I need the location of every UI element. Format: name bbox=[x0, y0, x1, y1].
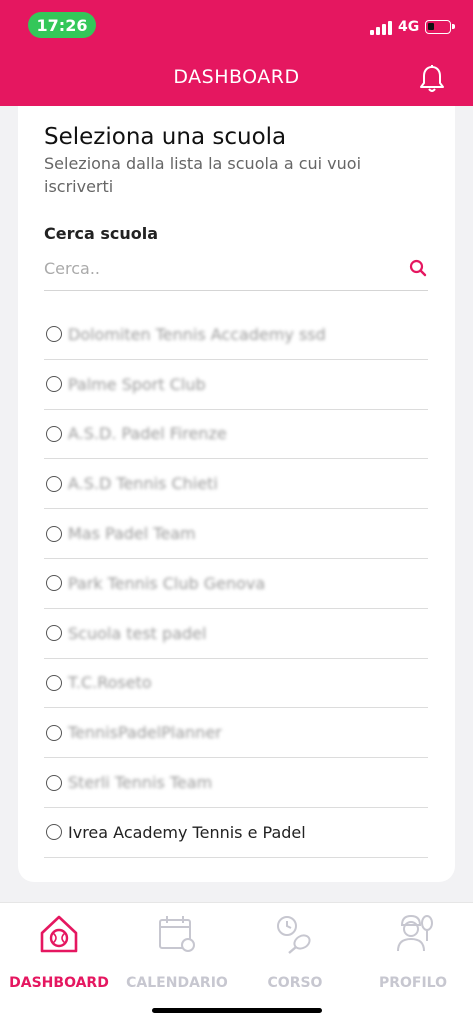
school-label: Palme Sport Club bbox=[68, 374, 206, 394]
school-option[interactable]: Scuola test padel bbox=[44, 609, 428, 659]
tab-label: CORSO bbox=[267, 975, 323, 991]
school-option[interactable]: T.C.Roseto bbox=[44, 659, 428, 709]
tab-label: PROFILO bbox=[378, 975, 448, 991]
radio-icon[interactable] bbox=[46, 674, 62, 691]
radio-icon[interactable] bbox=[46, 475, 62, 492]
school-label: TennisPadelPlanner bbox=[68, 723, 222, 743]
radio-icon[interactable] bbox=[46, 326, 62, 343]
tab-calendario[interactable]: CALENDARIO bbox=[118, 911, 236, 1001]
school-label: Ivrea Academy Tennis e Padel bbox=[68, 822, 306, 842]
course-icon bbox=[277, 916, 311, 954]
search-label: Cerca scuola bbox=[44, 224, 159, 243]
radio-icon[interactable] bbox=[46, 425, 62, 442]
signal-icon bbox=[370, 21, 394, 35]
battery-icon bbox=[425, 20, 455, 34]
calendar-icon bbox=[159, 916, 195, 952]
school-selection-card: Seleziona una scuola Seleziona dalla lis… bbox=[18, 106, 455, 882]
tab-corso[interactable]: CORSO bbox=[236, 911, 354, 1001]
school-option[interactable]: Palme Sport Club bbox=[44, 360, 428, 410]
tab-dashboard[interactable]: DASHBOARD bbox=[0, 911, 118, 1001]
bell-icon[interactable] bbox=[418, 64, 446, 94]
home-indicator bbox=[152, 1008, 322, 1013]
school-label: Mas Padel Team bbox=[68, 524, 196, 544]
radio-icon[interactable] bbox=[46, 575, 62, 592]
school-option[interactable]: Mas Padel Team bbox=[44, 509, 428, 559]
radio-icon[interactable] bbox=[46, 824, 62, 841]
search-input[interactable] bbox=[44, 254, 404, 282]
school-label: A.S.D Tennis Chieti bbox=[68, 474, 218, 494]
school-list: Dolomiten Tennis Accademy ssd Palme Spor… bbox=[44, 310, 428, 858]
card-title: Seleziona una scuola bbox=[44, 124, 287, 150]
page-title: DASHBOARD bbox=[173, 66, 300, 88]
network-type: 4G bbox=[398, 19, 420, 35]
school-label: Park Tennis Club Genova bbox=[68, 573, 266, 593]
status-time: 17:26 bbox=[28, 12, 96, 38]
school-label: Dolomiten Tennis Accademy ssd bbox=[68, 324, 326, 344]
school-label: T.C.Roseto bbox=[68, 673, 152, 693]
status-bar: 17:26 4G bbox=[0, 0, 473, 48]
radio-icon[interactable] bbox=[46, 774, 62, 791]
tab-label: DASHBOARD bbox=[9, 975, 109, 991]
school-label: Sterli Tennis Team bbox=[68, 773, 213, 793]
search-underline bbox=[44, 290, 428, 291]
profile-icon bbox=[397, 914, 433, 952]
radio-icon[interactable] bbox=[46, 376, 62, 393]
radio-icon[interactable] bbox=[46, 625, 62, 642]
school-option[interactable]: Sterli Tennis Team bbox=[44, 758, 428, 808]
card-subtitle: Seleziona dalla lista la scuola a cui vu… bbox=[44, 154, 362, 196]
school-option[interactable]: Park Tennis Club Genova bbox=[44, 559, 428, 609]
school-option[interactable]: A.S.D. Padel Firenze bbox=[44, 410, 428, 460]
app-header: 17:26 4G DASHBOARD bbox=[0, 0, 473, 106]
radio-icon[interactable] bbox=[46, 724, 62, 741]
school-option[interactable]: Dolomiten Tennis Accademy ssd bbox=[44, 310, 428, 360]
search-icon[interactable] bbox=[408, 258, 428, 278]
school-option[interactable]: A.S.D Tennis Chieti bbox=[44, 459, 428, 510]
tab-profilo[interactable]: PROFILO bbox=[354, 911, 472, 1001]
school-option[interactable]: TennisPadelPlanner bbox=[44, 708, 428, 759]
bottom-navigation: DASHBOARD CALENDARIO CORSO PROFILO bbox=[0, 902, 473, 1024]
radio-icon[interactable] bbox=[46, 525, 62, 542]
school-option[interactable]: Ivrea Academy Tennis e Padel bbox=[44, 808, 428, 858]
school-label: Scuola test padel bbox=[68, 623, 207, 643]
tab-label: CALENDARIO bbox=[126, 975, 228, 991]
school-label: A.S.D. Padel Firenze bbox=[68, 424, 227, 444]
home-tennis-icon bbox=[40, 915, 78, 953]
